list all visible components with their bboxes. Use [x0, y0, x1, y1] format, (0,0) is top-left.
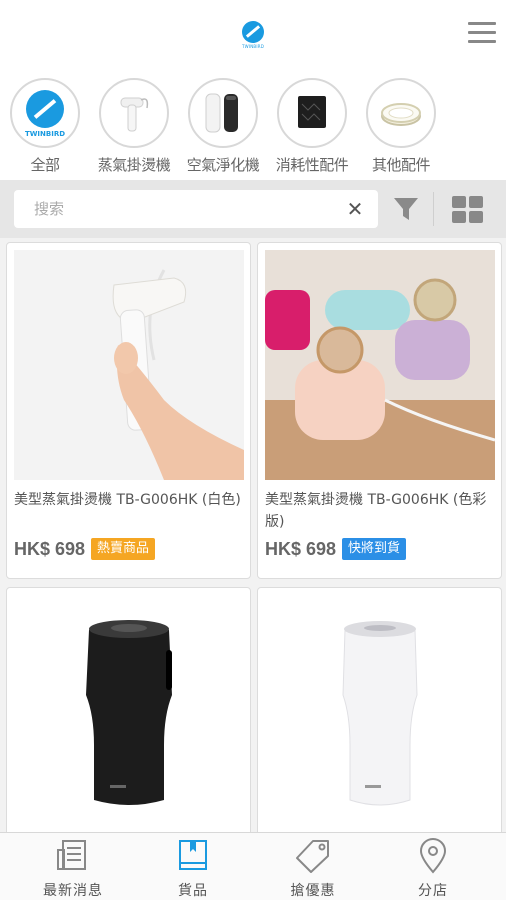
product-card[interactable]: [6, 587, 251, 832]
toolbar-divider: [433, 192, 434, 226]
filter-cartridge-icon: [277, 78, 347, 148]
category-brand-text: TWINBIRD: [24, 130, 66, 138]
app-root: TWINBIRD TWINBIRD 全部 蒸氣掛燙機 空氣淨化機 消耗性配件 其…: [0, 0, 506, 900]
nav-label: 貨品: [178, 883, 208, 899]
category-garment-steamer[interactable]: 蒸氣掛燙機: [89, 78, 179, 175]
price-row: HK$ 698 快將到貨: [265, 536, 407, 562]
nav-item-deals[interactable]: 搶優惠: [250, 833, 376, 900]
product-price: HK$ 698: [14, 538, 86, 559]
search-box: ✕: [14, 190, 378, 228]
product-image[interactable]: [14, 595, 244, 825]
twinbird-logo-icon: TWINBIRD: [10, 78, 80, 148]
status-badge: 熱賣商品: [91, 538, 156, 560]
category-label: 消耗性配件: [275, 156, 349, 174]
product-price: HK$ 698: [265, 538, 337, 559]
price-row: HK$ 698 熱賣商品: [14, 536, 156, 562]
category-label: 其他配件: [371, 156, 431, 174]
product-title: 美型蒸氣掛燙機 TB-G006HK (色彩版): [265, 492, 487, 530]
garment-steamer-icon: [99, 78, 169, 148]
nav-item-stores[interactable]: 分店: [370, 833, 496, 900]
book-icon: [173, 838, 213, 874]
air-purifier-icon: [188, 78, 258, 148]
bottom-nav: 最新消息 貨品 搶優惠 分店: [0, 832, 506, 900]
nav-item-news[interactable]: 最新消息: [10, 833, 136, 900]
logo-icon: [242, 21, 264, 43]
status-badge: 快將到貨: [342, 538, 407, 560]
product-image[interactable]: [265, 595, 495, 825]
filter-icon[interactable]: [392, 196, 420, 222]
close-icon[interactable]: ✕: [346, 199, 364, 219]
category-label: 空氣淨化機: [186, 156, 260, 174]
brand-logo[interactable]: TWINBIRD: [241, 21, 265, 51]
nav-label: 分店: [418, 883, 448, 899]
product-card[interactable]: 美型蒸氣掛燙機 TB-G006HK (白色) HK$ 698 熱賣商品: [6, 242, 251, 579]
header: TWINBIRD: [0, 0, 506, 70]
category-label: 全部: [30, 156, 60, 174]
hamburger-menu-icon[interactable]: [468, 22, 496, 46]
category-bar: TWINBIRD 全部 蒸氣掛燙機 空氣淨化機 消耗性配件 其他配件: [0, 76, 506, 180]
newspaper-icon: [53, 838, 93, 874]
search-toolbar: ✕: [0, 180, 506, 238]
nav-label: 最新消息: [43, 883, 103, 899]
category-consumables[interactable]: 消耗性配件: [267, 78, 357, 175]
category-all[interactable]: TWINBIRD 全部: [0, 78, 90, 175]
ring-accessory-icon: [366, 78, 436, 148]
product-image[interactable]: [265, 250, 495, 480]
product-image[interactable]: [14, 250, 244, 480]
product-card[interactable]: [257, 587, 502, 832]
grid-view-icon[interactable]: [452, 196, 484, 224]
logo-text: TWINBIRD: [242, 44, 264, 49]
search-input[interactable]: [14, 190, 334, 228]
category-air-purifier[interactable]: 空氣淨化機: [178, 78, 268, 175]
category-other-accessories[interactable]: 其他配件: [356, 78, 446, 175]
location-pin-icon: [413, 838, 453, 874]
product-title: 美型蒸氣掛燙機 TB-G006HK (白色): [14, 492, 241, 508]
product-card[interactable]: 美型蒸氣掛燙機 TB-G006HK (色彩版) HK$ 698 快將到貨: [257, 242, 502, 579]
nav-item-products[interactable]: 貨品: [130, 833, 256, 900]
nav-label: 搶優惠: [290, 883, 336, 899]
tag-icon: [293, 838, 333, 874]
product-grid: 美型蒸氣掛燙機 TB-G006HK (白色) HK$ 698 熱賣商品 美型蒸氣…: [0, 238, 506, 832]
category-label: 蒸氣掛燙機: [97, 156, 171, 174]
